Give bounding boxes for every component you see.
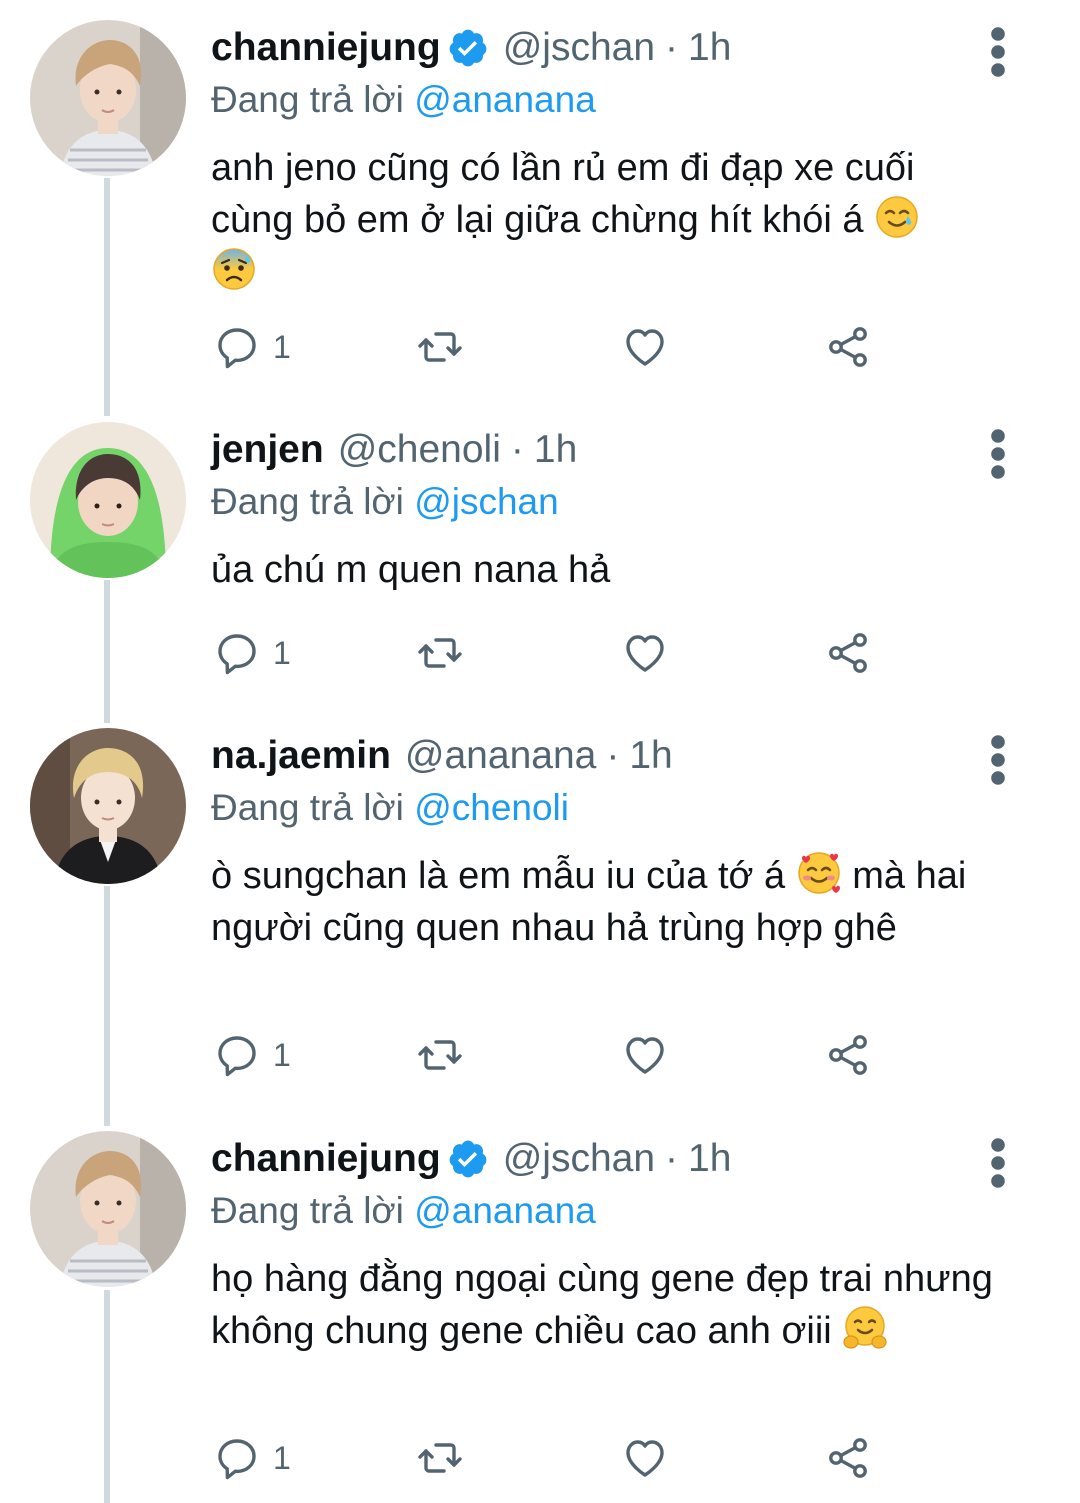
thread-line — [104, 886, 110, 1126]
replying-prefix: Đang trả lời — [211, 79, 404, 120]
display-name[interactable]: jenjen — [211, 422, 324, 478]
user-handle[interactable]: @jschan — [503, 20, 655, 76]
tweet-text-content: anh jeno cũng có lần rủ em đi đạp xe cuố… — [211, 147, 915, 241]
reply-button[interactable]: 1 — [213, 319, 291, 375]
avatar-image — [30, 1131, 186, 1287]
replying-to-mention[interactable]: @ananana — [414, 79, 596, 120]
more-options-icon[interactable] — [986, 734, 1010, 786]
separator: · — [665, 26, 679, 69]
replying-prefix: Đang trả lời — [211, 1190, 404, 1231]
replying-to-mention[interactable]: @ananana — [414, 1190, 596, 1231]
more-options-icon[interactable] — [986, 26, 1010, 78]
timestamp[interactable]: 1h — [688, 1131, 731, 1187]
replying-to: Đang trả lời @jschan — [211, 478, 1001, 526]
avatar-image — [30, 422, 186, 578]
retweet-icon — [416, 323, 464, 371]
heart-icon — [621, 1434, 669, 1482]
thread-line — [104, 580, 110, 723]
avatar[interactable] — [30, 1131, 186, 1287]
thread-line — [104, 1290, 110, 1503]
tweet-text-part-1: ò sungchan là em mẫu iu của tớ á — [211, 855, 786, 897]
share-icon — [824, 629, 872, 677]
retweet-icon — [416, 629, 464, 677]
tweet-text: ủa chú m quen nana hả — [211, 544, 1001, 596]
tweet-text: anh jeno cũng có lần rủ em đi đạp xe cuố… — [211, 142, 1001, 298]
avatar[interactable] — [30, 20, 186, 176]
reply-icon — [213, 1434, 261, 1482]
share-button[interactable] — [824, 1027, 872, 1083]
verified-badge-icon — [447, 27, 489, 69]
display-name[interactable]: na.jaemin — [211, 728, 391, 784]
more-options-icon[interactable] — [986, 428, 1010, 480]
reply-button[interactable]: 1 — [213, 1430, 291, 1486]
like-button[interactable] — [621, 319, 669, 375]
share-button[interactable] — [824, 1430, 872, 1486]
heart-icon — [621, 629, 669, 677]
heart-icon — [621, 323, 669, 371]
share-button[interactable] — [824, 625, 872, 681]
tweet-text: ò sungchan là em mẫu iu của tớ á mà hai … — [211, 850, 1001, 954]
like-button[interactable] — [621, 1430, 669, 1486]
heart-icon — [621, 1031, 669, 1079]
separator: · — [606, 734, 620, 777]
more-options-icon[interactable] — [986, 1137, 1010, 1189]
smiling-face-with-tear-icon — [874, 194, 920, 240]
reply-button[interactable]: 1 — [213, 625, 291, 681]
timestamp[interactable]: 1h — [629, 728, 672, 784]
verified-badge-icon — [447, 1138, 489, 1180]
anxious-face-with-sweat-icon — [211, 246, 257, 292]
reply-count: 1 — [273, 1439, 291, 1476]
retweet-button[interactable] — [416, 1430, 464, 1486]
timestamp[interactable]: 1h — [688, 20, 731, 76]
separator: · — [510, 428, 524, 471]
user-handle[interactable]: @chenoli — [338, 422, 501, 478]
avatar-image — [30, 20, 186, 176]
reply-icon — [213, 629, 261, 677]
retweet-button[interactable] — [416, 319, 464, 375]
smiling-face-with-hearts-icon — [796, 850, 842, 896]
reply-button[interactable]: 1 — [213, 1027, 291, 1083]
retweet-icon — [416, 1434, 464, 1482]
reply-count: 1 — [273, 1036, 291, 1073]
tweet-actions: 1 — [213, 1027, 883, 1083]
user-handle[interactable]: @jschan — [503, 1131, 655, 1187]
reply-count: 1 — [273, 634, 291, 671]
replying-prefix: Đang trả lời — [211, 481, 404, 522]
hugging-face-icon — [842, 1305, 888, 1351]
replying-to: Đang trả lời @chenoli — [211, 784, 1001, 832]
share-button[interactable] — [824, 319, 872, 375]
reply-icon — [213, 1031, 261, 1079]
replying-to: Đang trả lời @ananana — [211, 76, 1001, 124]
thread-line — [104, 178, 110, 416]
display-name[interactable]: channiejung — [211, 1131, 441, 1187]
separator: · — [665, 1137, 679, 1180]
like-button[interactable] — [621, 1027, 669, 1083]
replying-to-mention[interactable]: @chenoli — [414, 787, 569, 828]
tweet-actions: 1 — [213, 319, 883, 375]
timestamp[interactable]: 1h — [534, 422, 577, 478]
user-handle[interactable]: @ananana — [405, 728, 596, 784]
avatar[interactable] — [30, 728, 186, 884]
retweet-button[interactable] — [416, 625, 464, 681]
tweet-actions: 1 — [213, 1430, 883, 1486]
tweet-actions: 1 — [213, 625, 883, 681]
replying-prefix: Đang trả lời — [211, 787, 404, 828]
avatar[interactable] — [30, 422, 186, 578]
reply-icon — [213, 323, 261, 371]
like-button[interactable] — [621, 625, 669, 681]
share-icon — [824, 323, 872, 371]
reply-count: 1 — [273, 328, 291, 365]
retweet-icon — [416, 1031, 464, 1079]
display-name[interactable]: channiejung — [211, 20, 441, 76]
share-icon — [824, 1434, 872, 1482]
tweet-text-content: ủa chú m quen nana hả — [211, 549, 611, 591]
avatar-image — [30, 728, 186, 884]
share-icon — [824, 1031, 872, 1079]
replying-to-mention[interactable]: @jschan — [414, 481, 559, 522]
tweet-text: họ hàng đằng ngoại cùng gene đẹp trai nh… — [211, 1253, 1001, 1357]
retweet-button[interactable] — [416, 1027, 464, 1083]
replying-to: Đang trả lời @ananana — [211, 1187, 1001, 1235]
